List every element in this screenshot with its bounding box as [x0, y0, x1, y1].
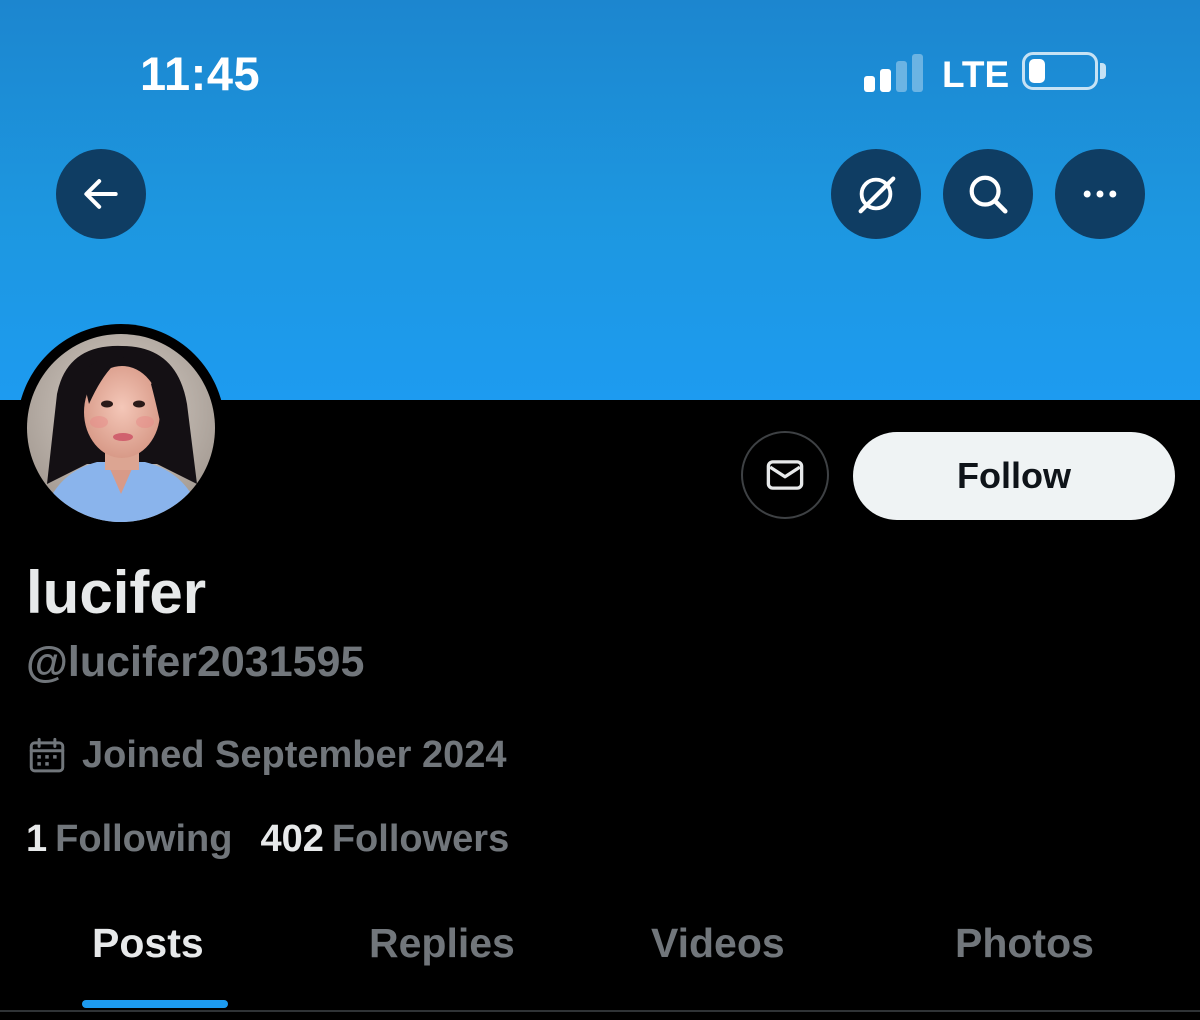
search-button[interactable]	[943, 149, 1033, 239]
signal-bar	[896, 61, 907, 92]
followers-link[interactable]: 402 Followers	[260, 818, 509, 861]
battery-tip	[1100, 63, 1106, 79]
following-label: Following	[55, 818, 233, 860]
profile-tabs: Posts Replies Videos Photos	[0, 920, 1200, 1010]
signal-bar	[912, 54, 923, 92]
joined-date: Joined September 2024	[26, 734, 507, 777]
tab-replies[interactable]: Replies	[369, 920, 515, 967]
network-type: LTE	[942, 54, 1010, 95]
more-horizontal-icon	[1083, 190, 1117, 198]
envelope-icon	[766, 460, 804, 490]
status-time: 11:45	[140, 47, 261, 100]
following-link[interactable]: 1 Following	[26, 818, 232, 861]
search-icon	[969, 175, 1008, 214]
user-handle: @lucifer2031595	[26, 638, 365, 686]
avatar[interactable]	[17, 324, 225, 532]
grok-button[interactable]	[831, 149, 921, 239]
divider	[0, 1010, 1200, 1012]
followers-count: 402	[260, 818, 324, 860]
grok-icon	[858, 176, 896, 214]
signal-bar	[880, 69, 891, 92]
tab-videos[interactable]: Videos	[651, 920, 785, 967]
followers-label: Followers	[331, 818, 510, 860]
follow-button[interactable]: Follow	[853, 432, 1175, 520]
arrow-left-icon	[84, 179, 118, 209]
active-tab-indicator	[82, 1000, 228, 1008]
battery-icon	[1022, 52, 1098, 90]
display-name: lucifer	[26, 559, 207, 626]
profile-page: 11:45 LTE Follow lucifer @lucifer2031595…	[0, 0, 1200, 1020]
tab-posts[interactable]: Posts	[92, 920, 204, 967]
avatar-photo	[27, 334, 215, 522]
signal-bar	[864, 76, 875, 92]
tab-photos[interactable]: Photos	[955, 920, 1094, 967]
back-button[interactable]	[56, 149, 146, 239]
message-button[interactable]	[741, 431, 829, 519]
calendar-icon	[29, 737, 65, 772]
cellular-signal-icon	[864, 52, 928, 92]
follow-stats: 1 Following 402 Followers	[26, 818, 509, 861]
following-count: 1	[26, 818, 48, 860]
more-button[interactable]	[1055, 149, 1145, 239]
joined-text: Joined September 2024	[82, 734, 507, 776]
battery-level	[1029, 59, 1045, 83]
